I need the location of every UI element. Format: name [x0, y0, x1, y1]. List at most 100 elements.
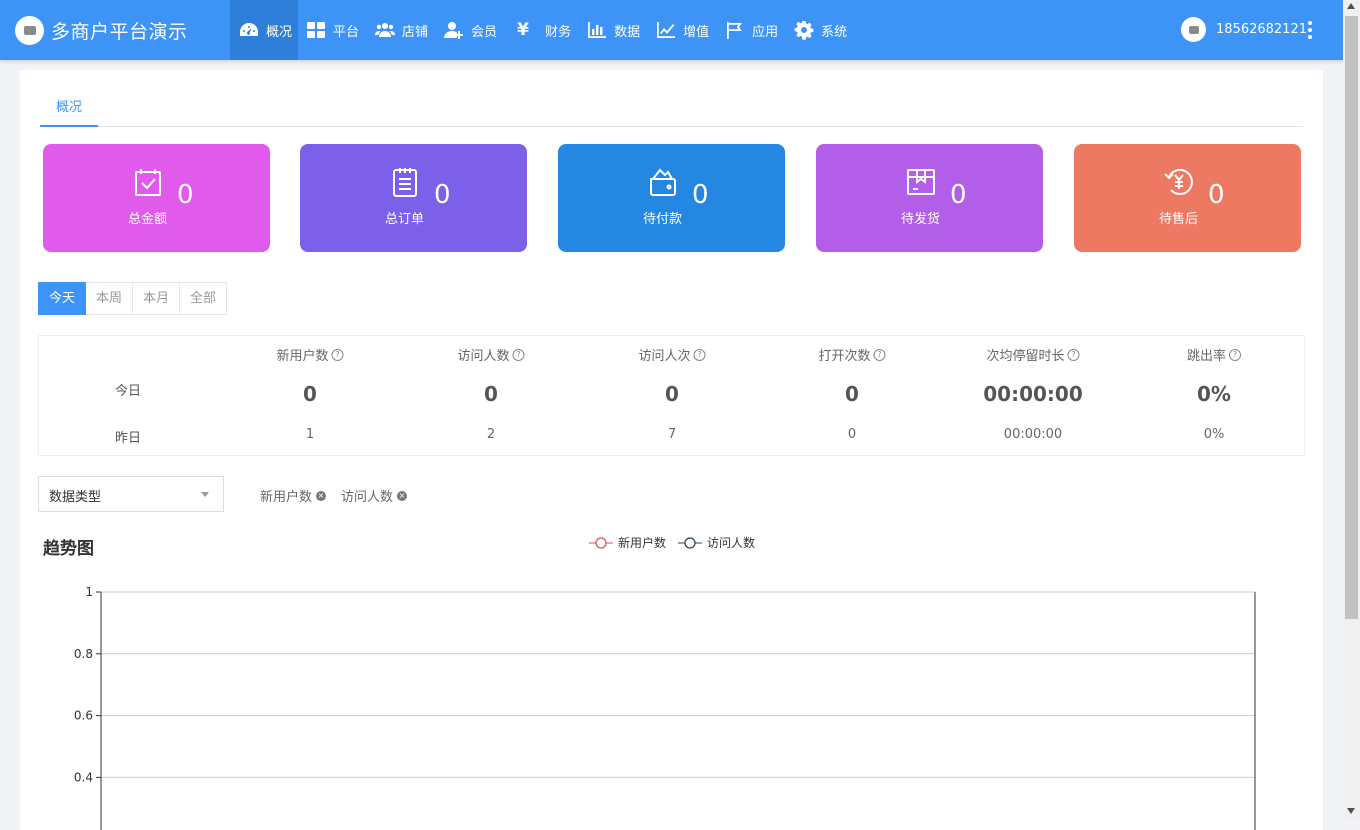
- card-label: 待发货: [900, 212, 940, 227]
- chip-label: 访问人数: [341, 490, 394, 505]
- help-icon[interactable]: ?: [693, 348, 706, 361]
- top-navbar: 多商户平台演示 概况 平台 店铺 会员 ¥ 财务 数据 增值 应用 系统 185…: [0, 0, 1360, 60]
- stat-header-label: 打开次数: [818, 349, 871, 364]
- nav-label: 财务: [545, 24, 572, 40]
- scroll-down-icon[interactable]: [1347, 808, 1355, 814]
- card-after-sales[interactable]: 0 待售后: [1074, 144, 1301, 252]
- card-label: 总订单: [384, 212, 424, 227]
- card-value: 0: [177, 180, 194, 210]
- card-pending-shipment[interactable]: 0 待发货: [816, 144, 1043, 252]
- flag-icon: [727, 22, 743, 39]
- chip-label: 新用户数: [260, 490, 313, 505]
- y-tick-label: 0.6: [74, 709, 93, 723]
- today-value: 0: [303, 382, 317, 406]
- stat-header-opens: 打开次数?: [818, 345, 886, 364]
- nav-item-apps[interactable]: 应用: [717, 0, 786, 60]
- brand-title: 多商户平台演示: [51, 20, 188, 43]
- stat-header-visits: 访问人次?: [638, 345, 706, 364]
- users-icon: [375, 23, 396, 37]
- row-label-yesterday: 昨日: [115, 431, 142, 446]
- y-tick-label: 0.8: [74, 647, 93, 661]
- tab-overview[interactable]: 概况: [40, 96, 98, 127]
- data-type-select[interactable]: 数据类型: [38, 476, 224, 512]
- y-tick-label: 1: [85, 585, 93, 599]
- box-icon: [907, 169, 935, 195]
- card-label: 待付款: [642, 212, 682, 227]
- yesterday-value: 2: [486, 427, 496, 442]
- card-total-orders[interactable]: 0 总订单: [300, 144, 527, 252]
- yen-icon: ¥: [517, 20, 529, 40]
- legend-label: 访问人数: [707, 535, 755, 550]
- gear-icon: [794, 21, 814, 40]
- card-value: 0: [692, 180, 709, 210]
- period-all-button[interactable]: 全部: [180, 282, 228, 315]
- nav-item-members[interactable]: 会员: [436, 0, 505, 60]
- filter-chip: 访问人数 ×: [341, 486, 408, 505]
- card-total-amount[interactable]: 0 总金额: [43, 144, 270, 252]
- scroll-up-icon[interactable]: [1347, 3, 1355, 9]
- stat-header-label: 跳出率: [1186, 349, 1227, 364]
- trend-chart: 新用户数 访问人数 1 0.8 0.6 0.4: [74, 535, 1256, 830]
- stat-header-bounce-rate: 跳出率?: [1186, 345, 1242, 364]
- nav-item-system[interactable]: 系统: [786, 0, 855, 60]
- stat-header-label: 访问人次: [638, 349, 691, 364]
- scroll-thumb[interactable]: [1345, 16, 1358, 619]
- help-icon[interactable]: ?: [873, 348, 886, 361]
- today-value: 0: [484, 382, 498, 406]
- nav-label: 系统: [821, 24, 848, 40]
- period-selector: 今天 本周 本月 全部: [38, 282, 228, 315]
- refund-icon: [1164, 168, 1193, 195]
- user-phone: 18562682121: [1216, 22, 1307, 37]
- stat-header-avg-stay: 次均停留时长?: [986, 345, 1080, 364]
- nav-item-value-added[interactable]: 增值: [648, 0, 717, 60]
- card-pending-payment[interactable]: 0 待付款: [558, 144, 785, 252]
- help-icon[interactable]: ?: [1229, 348, 1242, 361]
- period-week-button[interactable]: 本周: [86, 282, 134, 315]
- row-label-today: 今日: [115, 384, 142, 399]
- filter-chip: 新用户数 ×: [260, 486, 327, 505]
- nav-label: 会员: [471, 24, 498, 40]
- checklist-icon: [135, 169, 161, 196]
- nav-label: 数据: [614, 24, 641, 40]
- document-icon: [393, 168, 417, 197]
- period-today-button[interactable]: 今天: [38, 282, 87, 315]
- tab-bar: 概况: [40, 70, 1303, 127]
- legend-marker: [684, 537, 696, 549]
- main-nav: 概况 平台 店铺 会员 ¥ 财务 数据 增值 应用 系统: [230, 0, 855, 60]
- period-month-button[interactable]: 本月: [133, 282, 181, 315]
- help-icon[interactable]: ?: [331, 348, 344, 361]
- brand-logo-icon: [15, 15, 44, 45]
- yesterday-value: 0: [847, 427, 857, 442]
- yesterday-value: 1: [305, 427, 315, 442]
- bar-chart-icon: [588, 22, 607, 38]
- yesterday-value: 0%: [1203, 427, 1225, 442]
- card-value: 0: [950, 180, 967, 210]
- scrollbar[interactable]: [1343, 0, 1360, 819]
- nav-item-stores[interactable]: 店铺: [367, 0, 436, 60]
- close-icon[interactable]: ×: [316, 490, 327, 501]
- card-label: 总金额: [127, 212, 167, 227]
- card-value: 0: [434, 180, 451, 210]
- wallet-icon: [650, 168, 676, 196]
- close-icon[interactable]: ×: [397, 490, 408, 501]
- more-vertical-icon[interactable]: [1307, 21, 1313, 39]
- yesterday-value: 00:00:00: [1003, 427, 1063, 442]
- nav-label: 应用: [752, 24, 779, 40]
- line-chart-icon: [657, 22, 676, 38]
- caret-down-icon: [201, 492, 209, 497]
- card-label: 待售后: [1158, 212, 1198, 227]
- user-add-icon: [444, 22, 464, 39]
- grid-icon: [307, 22, 326, 38]
- user-menu[interactable]: 18562682121: [1181, 17, 1307, 42]
- nav-item-overview[interactable]: 概况: [230, 0, 299, 60]
- brand[interactable]: 多商户平台演示: [15, 15, 188, 45]
- nav-item-platform[interactable]: 平台: [298, 0, 367, 60]
- legend-marker: [595, 537, 607, 549]
- legend-label: 新用户数: [618, 535, 666, 550]
- help-icon[interactable]: ?: [512, 348, 525, 361]
- nav-item-data[interactable]: 数据: [579, 0, 648, 60]
- dashboard-icon: [240, 23, 258, 36]
- help-icon[interactable]: ?: [1067, 348, 1080, 361]
- stat-header-new-users: 新用户数?: [276, 345, 344, 364]
- nav-item-finance[interactable]: ¥ 财务: [505, 0, 579, 60]
